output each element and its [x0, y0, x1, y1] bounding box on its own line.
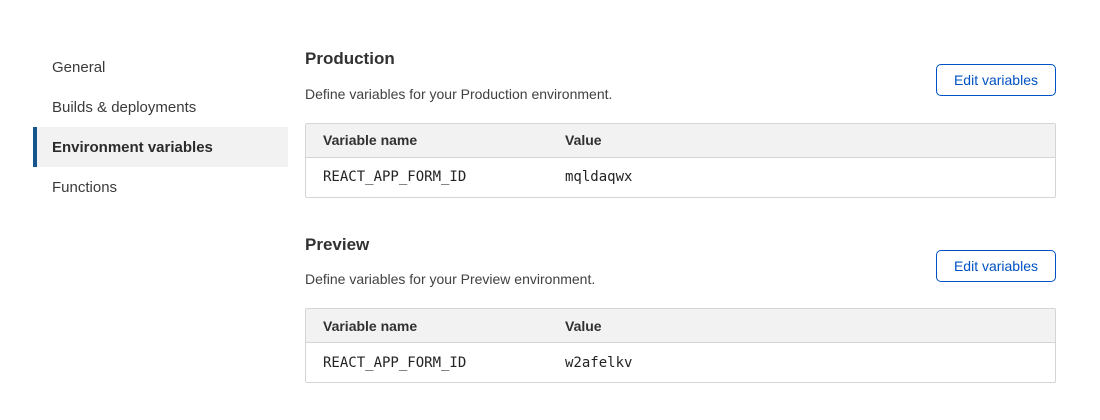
table-row: REACT_APP_FORM_ID w2afelkv — [306, 343, 1055, 382]
preview-variables-table: Variable name Value REACT_APP_FORM_ID w2… — [305, 308, 1056, 383]
production-edit-variables-button[interactable]: Edit variables — [936, 64, 1056, 96]
production-variables-table: Variable name Value REACT_APP_FORM_ID mq… — [305, 123, 1056, 198]
sidebar-item-label: Builds & deployments — [52, 99, 196, 116]
preview-section: Preview Define variables for your Previe… — [305, 236, 1056, 384]
table-header-row: Variable name Value — [306, 124, 1055, 158]
table-header-row: Variable name Value — [306, 309, 1055, 343]
settings-page: General Builds & deployments Environment… — [0, 0, 1100, 420]
environment-variables-panel: Production Define variables for your Pro… — [305, 50, 1056, 383]
sidebar-item-environment-variables[interactable]: Environment variables — [33, 127, 288, 167]
sidebar-item-label: Functions — [52, 179, 117, 196]
sidebar-item-label: General — [52, 59, 105, 76]
value-column-header: Value — [548, 318, 1055, 334]
variable-name-column-header: Variable name — [306, 318, 548, 334]
sidebar-item-general[interactable]: General — [33, 47, 288, 87]
settings-sidebar: General Builds & deployments Environment… — [37, 47, 288, 207]
variable-name-cell: REACT_APP_FORM_ID — [306, 169, 548, 185]
sidebar-item-functions[interactable]: Functions — [33, 167, 288, 207]
variable-value-cell: w2afelkv — [548, 355, 1055, 371]
sidebar-item-label: Environment variables — [52, 139, 213, 156]
variable-value-cell: mqldaqwx — [548, 169, 1055, 185]
sidebar-item-builds-deployments[interactable]: Builds & deployments — [33, 87, 288, 127]
value-column-header: Value — [548, 132, 1055, 148]
table-row: REACT_APP_FORM_ID mqldaqwx — [306, 158, 1055, 197]
variable-name-cell: REACT_APP_FORM_ID — [306, 355, 548, 371]
preview-edit-variables-button[interactable]: Edit variables — [936, 250, 1056, 282]
production-section: Production Define variables for your Pro… — [305, 50, 1056, 198]
variable-name-column-header: Variable name — [306, 132, 548, 148]
